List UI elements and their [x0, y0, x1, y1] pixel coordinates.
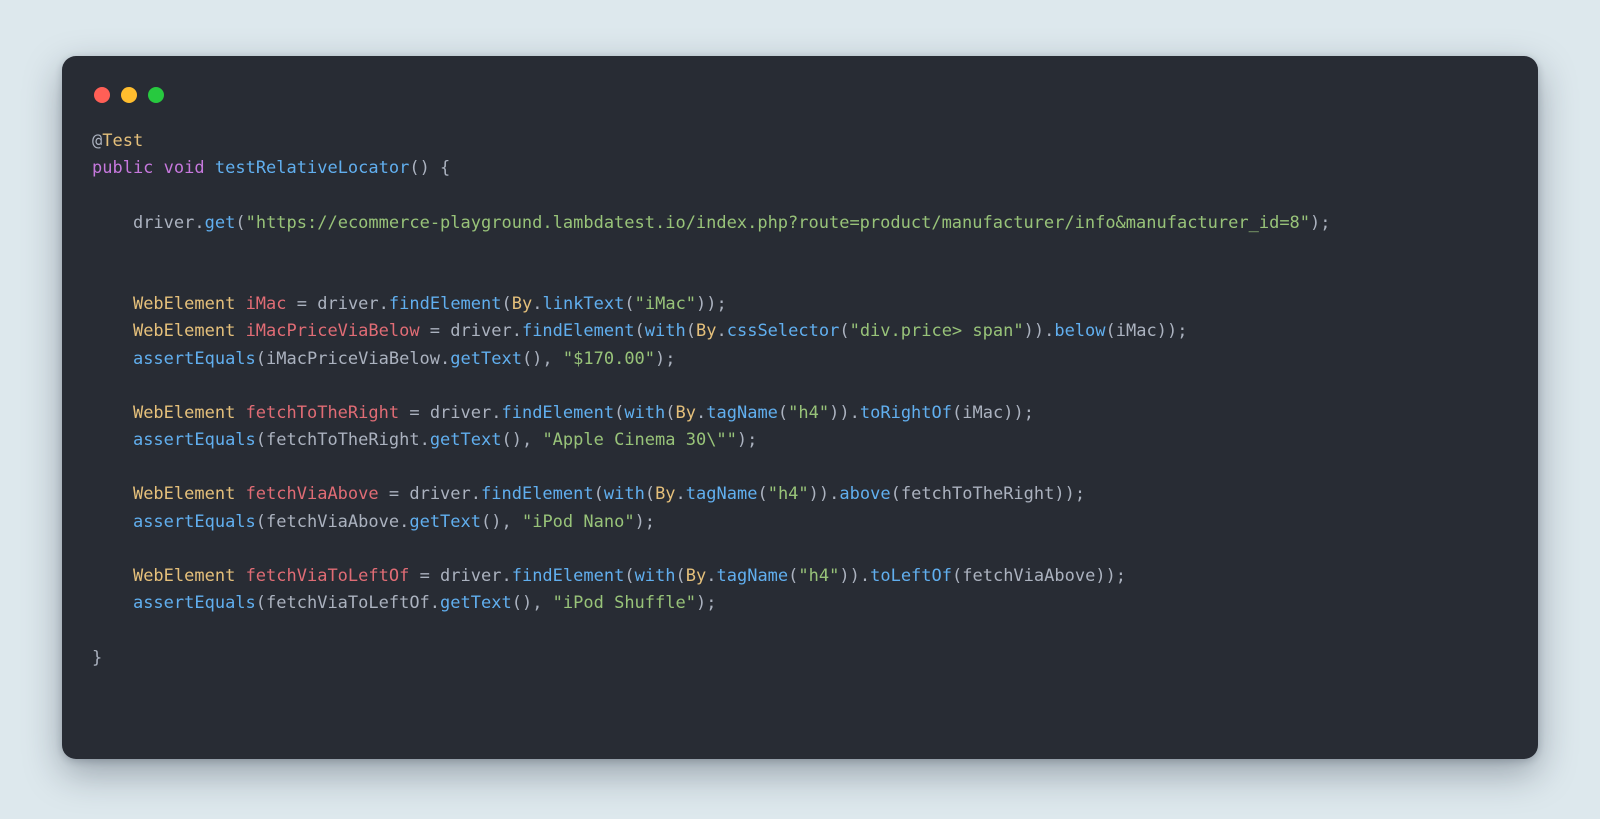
code-line: driver.get("https://ecommerce-playground…	[92, 213, 1331, 233]
code-line: WebElement iMacPriceViaBelow = driver.fi…	[92, 321, 1187, 341]
code-line: WebElement fetchViaToLeftOf = driver.fin…	[92, 566, 1126, 586]
code-line: WebElement fetchViaAbove = driver.findEl…	[92, 484, 1085, 504]
code-block: @Test public void testRelativeLocator() …	[92, 128, 1508, 672]
code-line: @Test	[92, 131, 143, 151]
url-string: "https://ecommerce-playground.lambdatest…	[246, 213, 1310, 233]
close-icon[interactable]	[94, 87, 110, 103]
code-line: assertEquals(fetchViaAbove.getText(), "i…	[92, 512, 655, 532]
keyword-void: void	[164, 158, 205, 178]
code-line: }	[92, 648, 102, 668]
method-get: get	[205, 213, 236, 233]
function-name: testRelativeLocator	[215, 158, 409, 178]
keyword-public: public	[92, 158, 153, 178]
window-traffic-lights	[94, 80, 1508, 110]
code-window: @Test public void testRelativeLocator() …	[62, 56, 1538, 759]
code-line: WebElement iMac = driver.findElement(By.…	[92, 294, 727, 314]
code-line: assertEquals(iMacPriceViaBelow.getText()…	[92, 349, 676, 369]
minimize-icon[interactable]	[121, 87, 137, 103]
closing-brace: }	[92, 648, 102, 668]
code-line: assertEquals(fetchViaToLeftOf.getText(),…	[92, 593, 716, 613]
annotation-at: @	[92, 131, 102, 151]
code-line: assertEquals(fetchToTheRight.getText(), …	[92, 430, 757, 450]
page-background: @Test public void testRelativeLocator() …	[0, 0, 1600, 819]
annotation-name: Test	[102, 131, 143, 151]
maximize-icon[interactable]	[148, 87, 164, 103]
code-line: public void testRelativeLocator() {	[92, 158, 450, 178]
code-line: WebElement fetchToTheRight = driver.find…	[92, 403, 1034, 423]
